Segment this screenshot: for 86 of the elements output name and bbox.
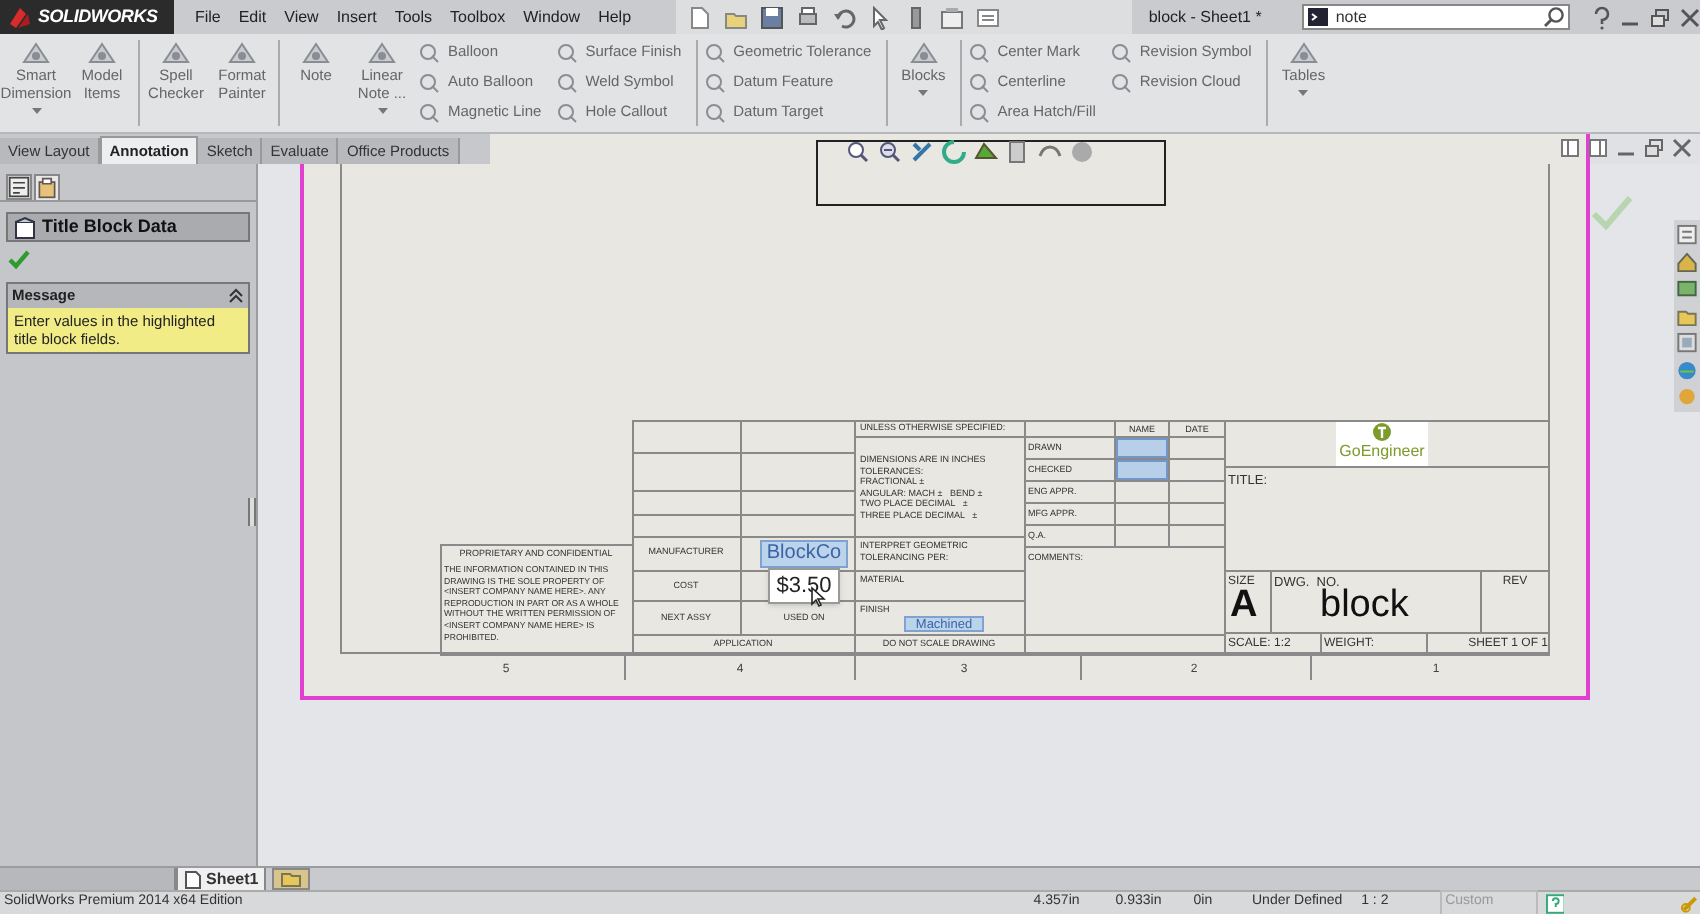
- symbol-icon[interactable]: [418, 41, 440, 63]
- tool-icon[interactable]: [84, 38, 120, 66]
- sheet-icon: [184, 869, 202, 889]
- symbol-icon[interactable]: [703, 41, 726, 63]
- drawing-text: A: [1230, 584, 1260, 628]
- tool-icon[interactable]: [364, 38, 400, 66]
- document-title: block - Sheet1 *: [1146, 5, 1264, 29]
- sheet-icon: [14, 215, 36, 239]
- split-view-icon[interactable]: [1560, 138, 1580, 158]
- search-icon[interactable]: [1543, 6, 1564, 28]
- symbol-icon[interactable]: [703, 71, 726, 93]
- clip-icon[interactable]: [1680, 893, 1700, 913]
- checkmark-icon[interactable]: [1590, 194, 1634, 230]
- symbol-icon[interactable]: [967, 71, 990, 93]
- menu-item[interactable]: View: [284, 5, 319, 29]
- pointer-icon[interactable]: [867, 5, 892, 29]
- app-logo: SOLIDWORKS: [38, 3, 158, 30]
- symbol-icon[interactable]: [1109, 71, 1132, 93]
- symbol-icon[interactable]: [555, 101, 578, 123]
- menu-item[interactable]: Help: [598, 5, 632, 29]
- tool-icon[interactable]: [224, 38, 260, 66]
- symbol-icon[interactable]: [703, 101, 726, 123]
- symbol-icon[interactable]: [1109, 41, 1132, 63]
- house-icon[interactable]: [1676, 251, 1698, 273]
- sheet-tab[interactable]: Sheet1: [176, 868, 267, 890]
- approval-field[interactable]: [1116, 460, 1168, 480]
- cost-input-field[interactable]: $3.50: [768, 568, 840, 604]
- magnifier-icon[interactable]: [878, 140, 902, 164]
- checkmark-icon[interactable]: [8, 250, 30, 270]
- close-icon[interactable]: [1672, 138, 1692, 158]
- palette-icon[interactable]: [1676, 332, 1698, 354]
- split-view-icon[interactable]: [1588, 138, 1608, 158]
- close-icon[interactable]: [1679, 7, 1700, 27]
- add-sheet-button[interactable]: [272, 868, 311, 890]
- symbol-icon[interactable]: [418, 101, 440, 123]
- menu-item[interactable]: Toolbox: [450, 5, 506, 29]
- menu-item[interactable]: Tools: [394, 5, 433, 29]
- restore-icon[interactable]: [1649, 7, 1670, 27]
- tab-scroll-bar[interactable]: [0, 868, 176, 890]
- terminal-icon: [1307, 8, 1328, 26]
- caret-icon[interactable]: [377, 108, 387, 114]
- company-logo: GoEngineer: [1339, 442, 1425, 460]
- menu-item[interactable]: Insert: [336, 5, 377, 29]
- feature-tree-icon[interactable]: [6, 174, 32, 200]
- help-icon[interactable]: [1589, 5, 1610, 29]
- tool-icon[interactable]: [158, 38, 194, 66]
- caret-icon[interactable]: [918, 90, 929, 96]
- caret-icon[interactable]: [1298, 90, 1309, 96]
- folder-icon[interactable]: [1676, 305, 1698, 327]
- splitter-handle[interactable]: [248, 498, 256, 526]
- list-icon[interactable]: [1676, 224, 1698, 246]
- tool-icon[interactable]: [1285, 38, 1322, 66]
- approval-field[interactable]: [1116, 438, 1168, 458]
- panel-title: Title Block Data: [42, 213, 177, 240]
- drawing-text: block: [1320, 584, 1411, 628]
- clipboard-icon[interactable]: [939, 5, 964, 29]
- globe-icon[interactable]: [1676, 359, 1698, 381]
- collapse-icon[interactable]: [228, 288, 244, 304]
- tool-icon[interactable]: [905, 38, 942, 66]
- help-icon[interactable]: [1545, 893, 1565, 913]
- title-block-field[interactable]: BlockCo: [760, 540, 848, 568]
- caret-icon[interactable]: [31, 108, 41, 114]
- new-file-icon[interactable]: [687, 5, 712, 29]
- tool-icon[interactable]: [298, 38, 334, 66]
- tool-icon[interactable]: [18, 38, 54, 66]
- menu-item[interactable]: File: [194, 5, 221, 29]
- menu-item[interactable]: Edit: [238, 5, 267, 29]
- rotate-icon[interactable]: [942, 140, 966, 164]
- search-field[interactable]: note: [1301, 4, 1570, 30]
- sphere-icon[interactable]: [1070, 140, 1094, 164]
- restore-icon[interactable]: [1644, 138, 1664, 158]
- menu-item[interactable]: Window: [523, 5, 581, 29]
- symbol-icon[interactable]: [418, 71, 440, 93]
- image-icon[interactable]: [1676, 278, 1698, 300]
- undo-icon[interactable]: [831, 5, 856, 29]
- property-icon[interactable]: [34, 174, 60, 200]
- box-icon[interactable]: [1006, 140, 1030, 164]
- wand-icon[interactable]: [910, 140, 934, 164]
- symbol-icon[interactable]: [555, 71, 578, 93]
- magnifier-icon[interactable]: [846, 140, 870, 164]
- symbol-icon[interactable]: [555, 41, 578, 63]
- symbol-icon[interactable]: [967, 101, 990, 123]
- logo-icon: [8, 5, 32, 29]
- document-icon[interactable]: [975, 5, 1000, 29]
- printer-icon[interactable]: [795, 5, 820, 29]
- symbol-icon[interactable]: [967, 41, 990, 63]
